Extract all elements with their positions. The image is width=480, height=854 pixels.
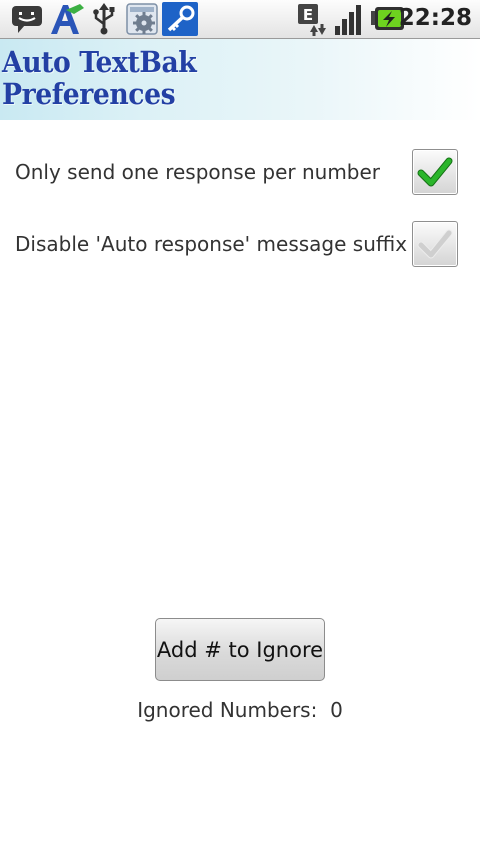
settings-app-icon	[126, 3, 158, 35]
svg-text:E: E	[303, 6, 313, 24]
chat-icon	[12, 6, 42, 33]
status-bar: E 22:28	[0, 0, 480, 39]
ignored-numbers-label: Ignored Numbers:	[137, 698, 318, 722]
pref-label: Disable 'Auto response' message suffix	[15, 232, 408, 256]
signal-icon	[335, 5, 361, 35]
key-icon	[162, 2, 198, 36]
edge-data-icon: E	[298, 4, 326, 36]
checkmark-icon	[417, 157, 453, 187]
add-to-ignore-label: Add # to Ignore	[156, 637, 324, 662]
banner-title: Auto TextBak	[2, 45, 197, 79]
add-to-ignore-button[interactable]: Add # to Ignore	[155, 618, 325, 681]
app-banner: Auto TextBak Preferences	[0, 39, 480, 120]
pref-row-one-response[interactable]: Only send one response per number	[0, 136, 480, 208]
banner-subtitle: Preferences	[2, 77, 176, 111]
ignored-numbers-status: Ignored Numbers: 0	[0, 698, 480, 722]
pref-row-disable-suffix[interactable]: Disable 'Auto response' message suffix	[0, 208, 480, 280]
checkmark-off-icon	[417, 229, 453, 259]
disable-suffix-checkbox[interactable]	[412, 221, 458, 267]
app-a-icon	[51, 4, 84, 34]
ignored-numbers-count: 0	[330, 698, 343, 722]
one-response-checkbox[interactable]	[412, 149, 458, 195]
status-time: 22:28	[398, 5, 472, 31]
usb-icon	[93, 3, 115, 35]
pref-label: Only send one response per number	[15, 160, 381, 184]
